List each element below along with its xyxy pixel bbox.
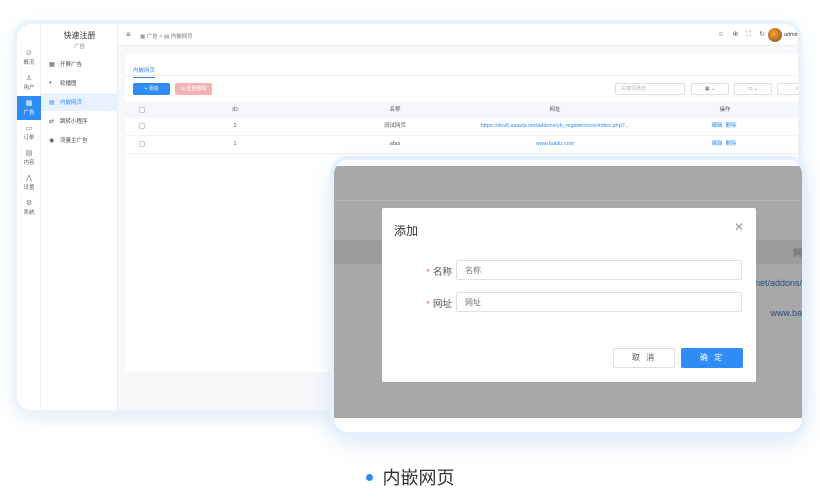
table-header: ID 名称 网址 操作 bbox=[125, 102, 798, 118]
table-row: 1 afas www.baidu.com 编辑 删除 bbox=[125, 136, 798, 154]
menu-item-label: 内嵌网页 bbox=[60, 100, 83, 106]
menu-title: 快速注册 bbox=[63, 31, 96, 40]
overlay-url-text: www.ba bbox=[770, 308, 802, 318]
edit-link[interactable]: 编辑 bbox=[711, 136, 723, 153]
column-header-url: 网址 bbox=[549, 107, 561, 113]
menu-item-label: 跳转小程序 bbox=[60, 119, 88, 125]
menu-item-embedded-page[interactable]: ▤ 内嵌网页 bbox=[41, 93, 118, 111]
required-marker: * bbox=[426, 299, 430, 310]
add-dialog: 添加 ✕ *名称 *网址 取 消 确 定 bbox=[382, 208, 756, 382]
rail-item-label: 广告 bbox=[23, 110, 35, 116]
traffic-icon: ◉ bbox=[49, 137, 55, 144]
rail-item-settings[interactable]: ⋀ 设置 bbox=[17, 171, 41, 195]
gear-icon: ⚙ bbox=[25, 200, 33, 207]
breadcrumb: ▦ 广告 > ▤ 内嵌网页 bbox=[140, 34, 193, 40]
required-marker: * bbox=[426, 267, 430, 278]
menu-item-label: 流量主广告 bbox=[60, 138, 88, 144]
batch-delete-button[interactable]: ⊖ 批量删除 bbox=[175, 83, 212, 95]
cancel-button[interactable]: 取 消 bbox=[613, 348, 675, 368]
link-icon: ⇄ bbox=[49, 118, 55, 125]
column-header-actions: 操作 bbox=[719, 107, 731, 113]
cell-id: 2 bbox=[233, 123, 237, 129]
url-label-text: 网址 bbox=[432, 299, 452, 310]
delete-link[interactable]: 删除 bbox=[725, 136, 737, 153]
row-checkbox[interactable] bbox=[139, 123, 145, 129]
rail-item-overview[interactable]: ⊙ 概况 bbox=[17, 46, 41, 70]
confirm-button[interactable]: 确 定 bbox=[681, 348, 743, 368]
secondary-menu: 快速注册 广告 ▦ 开屏广告 ◐ 轮播图 ▤ 内嵌网页 ⇄ 跳转小程序 ◉ 流量… bbox=[41, 24, 118, 410]
rail-item-label: 内容 bbox=[23, 160, 35, 166]
menu-item-label: 开屏广告 bbox=[60, 62, 83, 68]
name-input[interactable] bbox=[456, 260, 742, 280]
rail-item-orders[interactable]: ▭ 订单 bbox=[17, 121, 41, 145]
table-row: 2 测试网页 https://dev6.saavip.net/addons/yb… bbox=[125, 118, 798, 136]
overlay-divider bbox=[334, 200, 802, 201]
cell-url-link[interactable]: www.baidu.com bbox=[475, 136, 635, 153]
carousel-icon: ◐ bbox=[49, 80, 53, 86]
edit-link[interactable]: 编辑 bbox=[711, 118, 723, 135]
rail-item-ads[interactable]: ▦ 广告 bbox=[17, 96, 41, 120]
menu-item-label: 轮播图 bbox=[60, 81, 77, 87]
rail-item-users[interactable]: ♙ 用户 bbox=[17, 71, 41, 95]
delete-link[interactable]: 删除 bbox=[725, 118, 737, 135]
menu-item-splash-ad[interactable]: ▦ 开屏广告 bbox=[41, 55, 118, 73]
rail-item-system[interactable]: ⚙ 系统 bbox=[17, 196, 41, 220]
search-icon[interactable]: ○ bbox=[777, 83, 798, 95]
caption-text: 内嵌网页 bbox=[382, 468, 455, 488]
name-field-label: * 名称 bbox=[412, 264, 452, 278]
tab-divider bbox=[125, 75, 798, 76]
add-button[interactable]: + 添加 bbox=[133, 83, 170, 95]
modal-window: 网 net/addons/ www.ba 添加 ✕ *名称 *网址 取 消 确 … bbox=[334, 160, 802, 432]
select-all-checkbox[interactable] bbox=[139, 107, 145, 113]
rail-item-label: 订单 bbox=[23, 135, 35, 141]
user-icon: ♙ bbox=[25, 75, 33, 82]
rail-item-label: 系统 bbox=[23, 210, 35, 216]
filter-dropdown-2[interactable]: ▭ ⌄ bbox=[734, 83, 772, 95]
row-checkbox[interactable] bbox=[139, 141, 145, 147]
menu-subtitle: 广告 bbox=[73, 44, 85, 50]
overlay-header-text: 网 bbox=[792, 248, 802, 258]
menu-item-mini-program[interactable]: ⇄ 跳转小程序 bbox=[41, 112, 118, 130]
cell-url-link[interactable]: https://dev6.saavip.net/addons/yb_regist… bbox=[475, 118, 635, 135]
search-input[interactable]: 关键词筛选 bbox=[615, 83, 685, 95]
cell-name: afas bbox=[389, 141, 401, 147]
order-icon: ▭ bbox=[25, 125, 33, 132]
menu-item-traffic-ad[interactable]: ◉ 流量主广告 bbox=[41, 131, 118, 149]
feature-caption: 内嵌网页 bbox=[0, 464, 820, 490]
url-field-label: * 网址 bbox=[412, 296, 452, 310]
user-name[interactable]: admin bbox=[784, 32, 798, 38]
cell-id: 1 bbox=[233, 141, 237, 147]
top-bar: ≡ ▦ 广告 > ▤ 内嵌网页 ☺ ⊕ ⛶ ↻ admin bbox=[118, 24, 798, 46]
column-header-id: ID bbox=[232, 107, 238, 113]
close-icon[interactable]: ✕ bbox=[734, 220, 744, 234]
toolbar-icons[interactable]: ☺ ⊕ ⛶ ↻ bbox=[717, 30, 768, 39]
overlay-url-text: net/addons/ bbox=[754, 278, 802, 288]
settings-icon: ⋀ bbox=[26, 175, 32, 182]
menu-toggle-icon[interactable]: ≡ bbox=[126, 30, 131, 39]
overview-icon: ⊙ bbox=[26, 50, 32, 57]
filter-dropdown-1[interactable]: ▦ ⌄ bbox=[691, 83, 729, 95]
rail-item-content[interactable]: ▤ 内容 bbox=[17, 146, 41, 170]
bullet-dot-icon bbox=[365, 474, 373, 482]
menu-item-carousel[interactable]: ◐ 轮播图 bbox=[41, 74, 118, 92]
ads-icon: ▦ bbox=[25, 100, 33, 107]
rail-item-label: 设置 bbox=[23, 185, 35, 191]
name-label-text: 名称 bbox=[432, 267, 452, 278]
modal-overlay: 网 net/addons/ www.ba 添加 ✕ *名称 *网址 取 消 确 … bbox=[334, 166, 802, 418]
avatar[interactable] bbox=[768, 28, 782, 42]
cell-name: 测试网页 bbox=[383, 123, 406, 129]
icon-rail: ⊙ 概况 ♙ 用户 ▦ 广告 ▭ 订单 ▤ 内容 ⋀ 设置 ⚙ 系统 bbox=[17, 24, 41, 410]
content-icon: ▤ bbox=[25, 150, 33, 157]
rail-item-label: 概况 bbox=[23, 60, 35, 66]
dialog-title: 添加 bbox=[394, 224, 419, 238]
splash-ad-icon: ▦ bbox=[49, 61, 55, 68]
webpage-icon: ▤ bbox=[49, 99, 55, 106]
tab-embedded-page[interactable]: 内嵌网页 bbox=[133, 66, 156, 78]
url-input[interactable] bbox=[456, 292, 742, 312]
rail-item-label: 用户 bbox=[23, 85, 35, 91]
column-header-name: 名称 bbox=[389, 107, 401, 113]
